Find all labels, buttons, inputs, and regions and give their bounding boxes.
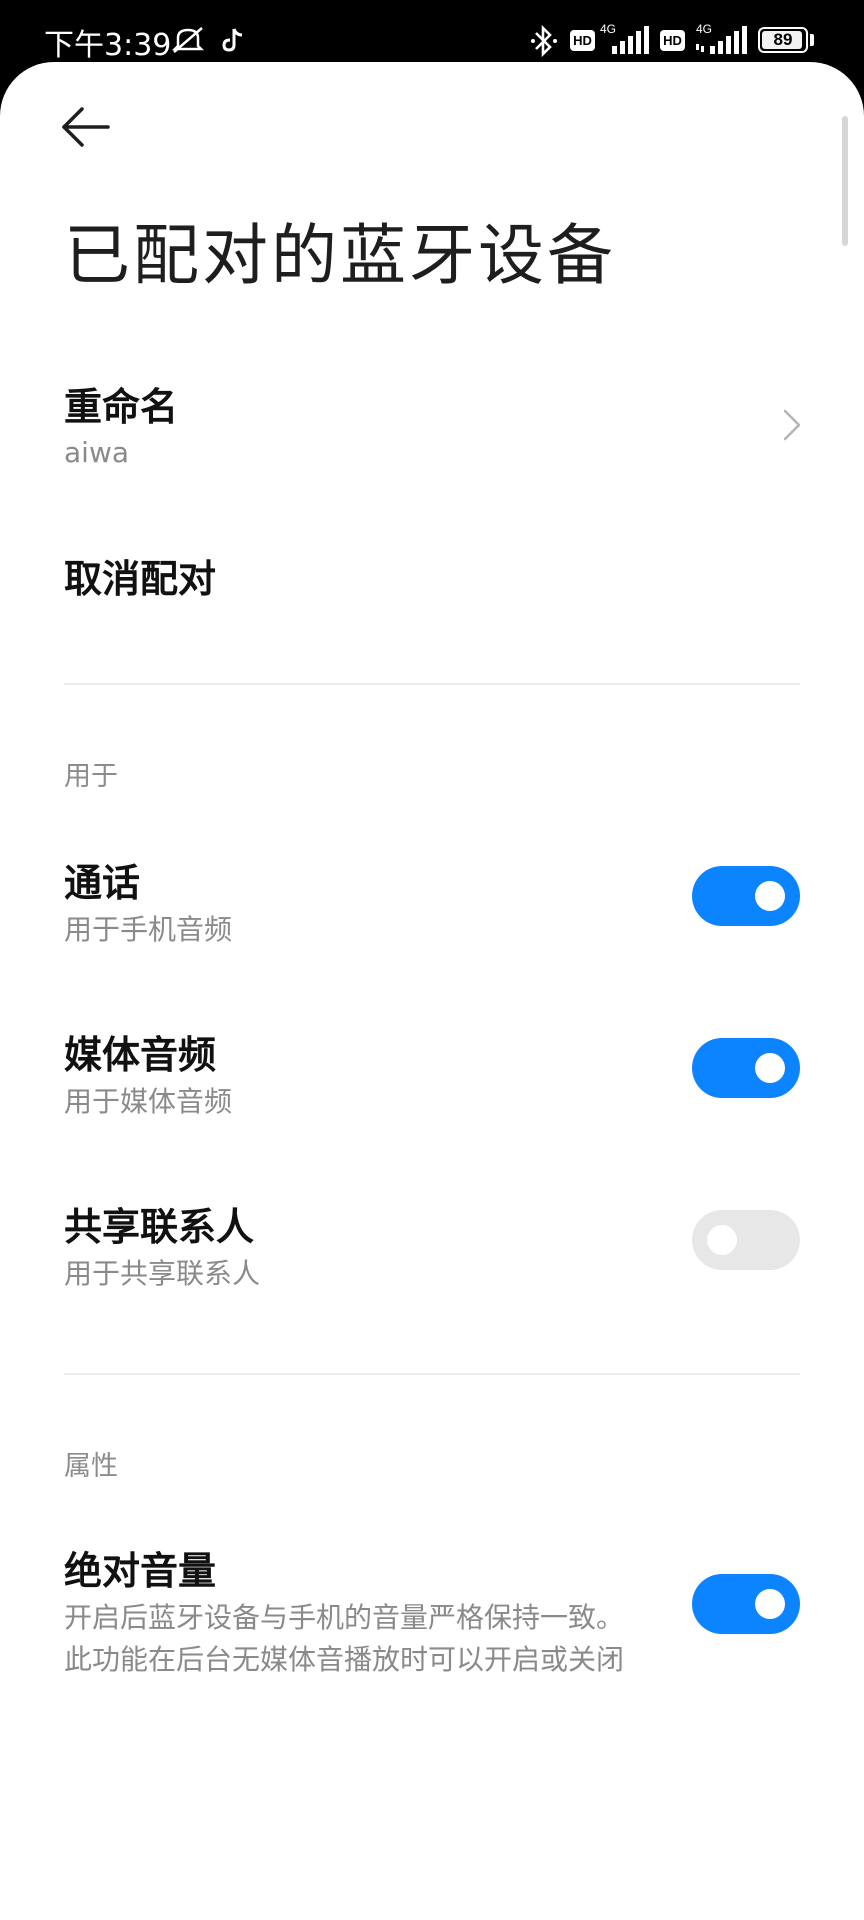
tiktok-icon (220, 26, 246, 58)
hd-badge: HD (570, 30, 595, 51)
absolute-volume-title: 绝对音量 (64, 1549, 217, 1593)
media-audio-subtitle: 用于媒体音频 (64, 1085, 233, 1118)
toggle-knob (755, 1053, 785, 1083)
section-label-usage: 用于 (64, 761, 118, 792)
toggle-knob (707, 1225, 737, 1255)
media-audio-row[interactable]: 媒体音频 用于媒体音频 (0, 1014, 864, 1144)
page-title: 已配对的蓝牙设备 (64, 217, 616, 294)
divider (64, 683, 800, 685)
status-time: 下午3:39 (44, 28, 172, 63)
scrollbar[interactable] (842, 116, 848, 246)
share-contacts-title: 共享联系人 (64, 1205, 255, 1249)
battery-icon: 89 (758, 27, 808, 53)
media-audio-title: 媒体音频 (64, 1033, 217, 1077)
battery-nub (810, 34, 814, 46)
share-contacts-toggle[interactable] (692, 1210, 800, 1270)
section-label-properties: 属性 (64, 1451, 118, 1482)
absolute-volume-subtitle-line1: 开启后蓝牙设备与手机的音量严格保持一致。 (64, 1601, 625, 1634)
absolute-volume-subtitle-line2: 此功能在后台无媒体音播放时可以开启或关闭 (64, 1643, 625, 1676)
toggle-knob (755, 881, 785, 911)
status-bar: 下午3:39 HD 4G HD 4G 89 (0, 0, 864, 66)
unpair-title: 取消配对 (64, 557, 217, 601)
hd-badge: HD (660, 30, 685, 51)
share-contacts-row[interactable]: 共享联系人 用于共享联系人 (0, 1186, 864, 1316)
call-title: 通话 (64, 861, 141, 905)
media-audio-toggle[interactable] (692, 1038, 800, 1098)
rename-title: 重命名 (64, 385, 179, 429)
device-name: aiwa (64, 436, 129, 469)
arrow-left-icon (62, 107, 110, 147)
bluetooth-icon (530, 24, 558, 62)
toggle-knob (755, 1589, 785, 1619)
signal-icon (694, 26, 750, 60)
call-subtitle: 用于手机音频 (64, 913, 233, 946)
rename-row[interactable]: 重命名 aiwa (0, 362, 864, 492)
chevron-right-icon (783, 409, 801, 441)
unpair-row[interactable]: 取消配对 (0, 532, 864, 622)
settings-sheet: 已配对的蓝牙设备 重命名 aiwa 取消配对 用于 通话 用于手机音频 媒体音频… (0, 62, 864, 1920)
call-toggle[interactable] (692, 866, 800, 926)
call-row[interactable]: 通话 用于手机音频 (0, 842, 864, 972)
share-contacts-subtitle: 用于共享联系人 (64, 1257, 261, 1290)
absolute-volume-toggle[interactable] (692, 1574, 800, 1634)
absolute-volume-row[interactable]: 绝对音量 开启后蓝牙设备与手机的音量严格保持一致。 此功能在后台无媒体音播放时可… (0, 1530, 864, 1710)
divider (64, 1373, 800, 1375)
mute-icon (170, 24, 206, 60)
signal-icon (598, 26, 652, 60)
back-button[interactable] (58, 102, 114, 152)
battery-level: 89 (773, 30, 793, 49)
